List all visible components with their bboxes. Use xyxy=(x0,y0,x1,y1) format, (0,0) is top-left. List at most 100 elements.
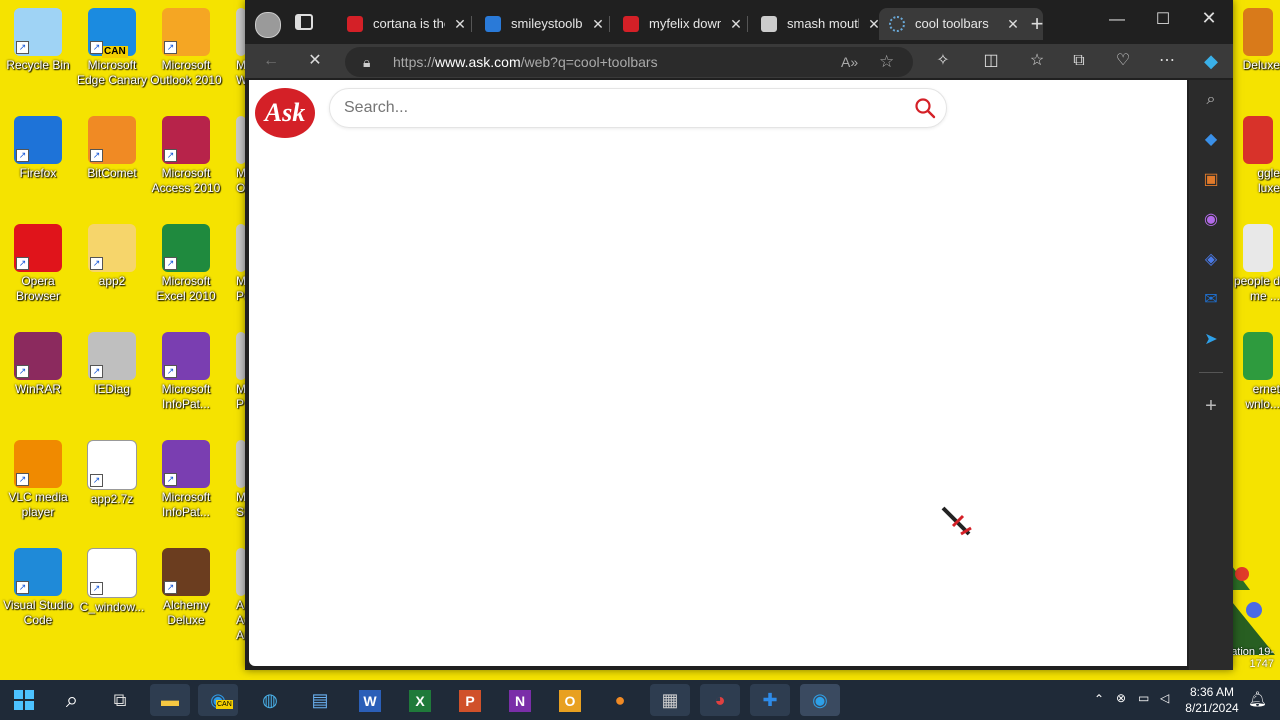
desktop-icon-label: ggle luxe xyxy=(1257,166,1280,195)
desktop-icon-partial[interactable]: A Ac Ar xyxy=(226,548,246,643)
outlook-icon: ↗ xyxy=(162,8,210,56)
desktop-icon[interactable]: ernet wnlo... xyxy=(1233,332,1280,412)
desktop-icon-partial[interactable]: M W xyxy=(226,8,246,88)
desktop-icon[interactable]: ↗ Microsoft Access 2010 xyxy=(148,116,224,196)
desktop-icon-partial[interactable]: M Sh xyxy=(226,440,246,520)
profile-avatar[interactable] xyxy=(255,12,281,38)
sidebar-search-icon[interactable]: ⌕ xyxy=(1197,86,1225,114)
favorites-icon[interactable]: ☆ xyxy=(1023,47,1051,75)
sidebar-telegram-icon[interactable]: ➤ xyxy=(1197,326,1225,354)
sidebar-shopping-icon[interactable]: ◆ xyxy=(1197,126,1225,154)
volume-icon[interactable]: ◁ xyxy=(1160,691,1169,705)
desktop-icon[interactable]: CAN ↗ Microsoft Edge Canary xyxy=(74,8,150,88)
edge-canary-taskbar-icon[interactable]: ◉ CAN xyxy=(198,684,238,716)
desktop-icon-label: Microsoft Access 2010 xyxy=(151,166,221,195)
new-tab-button[interactable]: + xyxy=(1023,10,1051,38)
desktop-icon[interactable]: ↗ app2.7z xyxy=(74,440,150,507)
shortcut-arrow-icon: ↗ xyxy=(164,581,177,594)
desktop-icon[interactable]: ↗ WinRAR xyxy=(0,332,76,397)
word-icon[interactable]: W xyxy=(350,684,390,716)
taskbar-search-icon[interactable]: ⌕ xyxy=(52,684,92,716)
file-explorer-icon[interactable]: ▬ xyxy=(150,684,190,716)
ask-logo[interactable]: Ask xyxy=(255,88,315,138)
pc-icon[interactable]: ▤ xyxy=(300,684,340,716)
loading-stop-icon[interactable]: ✕ xyxy=(301,47,329,75)
desktop-icon[interactable]: ↗ IEDiag xyxy=(74,332,150,397)
sidebar-games-icon[interactable]: ◉ xyxy=(1197,206,1225,234)
maximize-button[interactable]: ☐ xyxy=(1149,6,1177,34)
tab[interactable]: smash mouth ✕ xyxy=(751,8,881,40)
show-hidden-icons[interactable]: ⌃ xyxy=(1094,692,1104,706)
search-input[interactable] xyxy=(342,95,906,121)
desktop-icon[interactable]: ↗ Firefox xyxy=(0,116,76,181)
file-icon: ↗ xyxy=(87,548,137,598)
browser-essentials-icon[interactable]: ♡ xyxy=(1109,47,1137,75)
clock-date: 8/21/2024 xyxy=(1185,701,1239,715)
tray-app-icon[interactable]: ⊗ xyxy=(1116,691,1126,705)
url-bar[interactable]: 🔒︎ https://www.ask.com/web?q=cool+toolba… xyxy=(345,47,913,77)
back-button[interactable]: ← xyxy=(257,47,285,75)
desktop-icon[interactable]: ↗ BitComet xyxy=(74,116,150,181)
tab-close-icon[interactable]: ✕ xyxy=(591,8,605,40)
settings-more-icon[interactable]: ⋯ xyxy=(1153,47,1181,75)
search-box[interactable] xyxy=(329,88,947,128)
collections-icon[interactable]: ⧉ xyxy=(1065,47,1093,75)
start-button[interactable] xyxy=(4,684,44,716)
outlook-taskbar-icon[interactable]: O xyxy=(550,684,590,716)
bitcomet-taskbar-icon[interactable]: ● xyxy=(600,684,640,716)
desktop-icon[interactable]: ↗ Microsoft Outlook 2010 xyxy=(148,8,224,88)
desktop-icon-partial[interactable]: M O xyxy=(226,116,246,196)
desktop-icon[interactable]: ggle luxe xyxy=(1233,116,1280,196)
settings-taskbar-icon[interactable]: ▦ xyxy=(650,684,690,716)
tab-actions-icon[interactable] xyxy=(295,14,313,30)
network-icon[interactable]: ▭ xyxy=(1138,691,1149,705)
desktop-icon-partial[interactable]: M Po xyxy=(226,224,246,304)
canary-badge: CAN xyxy=(102,46,128,58)
app-taskbar-icon[interactable]: ◕ xyxy=(700,684,740,716)
desktop-icon[interactable]: ↗ C_window... xyxy=(74,548,150,615)
desktop-icon[interactable]: ↗ app2 xyxy=(74,224,150,289)
minimize-button[interactable]: — xyxy=(1103,6,1131,34)
desktop-icon[interactable]: ↗ Visual Studio Code xyxy=(0,548,76,628)
favorite-star-icon[interactable]: ☆ xyxy=(879,47,894,77)
taskbar: ⌕ ⧉ ▬ ◉ CAN ◍ ▤ W X P N O ● ▦ ◕ ✚ ◉ ⌃ ⊗ … xyxy=(0,680,1280,720)
sidebar-add-icon[interactable]: + xyxy=(1197,392,1225,420)
sidebar-copilot-icon[interactable]: ◈ xyxy=(1197,246,1225,274)
clock[interactable]: 8:36 AM 8/21/2024 xyxy=(1182,684,1242,716)
onenote-icon[interactable]: N xyxy=(500,684,540,716)
tab-close-icon[interactable]: ✕ xyxy=(1005,8,1021,40)
blue-app-taskbar-icon[interactable]: ✚ xyxy=(750,684,790,716)
desktop-icon[interactable]: people d me ... xyxy=(1233,224,1280,304)
desktop-icon[interactable]: ↗ Microsoft InfoPat... xyxy=(148,440,224,520)
desktop-icon[interactable]: ↗ Opera Browser xyxy=(0,224,76,304)
desktop-icon[interactable]: ↗ Microsoft InfoPat... xyxy=(148,332,224,412)
tab[interactable]: myfelix down ✕ xyxy=(613,8,743,40)
notification-bell-icon[interactable]: 🔔︎ xyxy=(1248,690,1267,708)
tab[interactable]: cortana is the ✕ xyxy=(337,8,467,40)
desktop-icon[interactable]: Deluxe xyxy=(1233,8,1280,73)
extensions-icon[interactable]: ✧ xyxy=(929,47,957,75)
split-screen-icon[interactable]: ◫ xyxy=(977,47,1005,75)
tab-active[interactable]: cool toolbars ✕ xyxy=(879,8,1043,40)
clock-time: 8:36 AM xyxy=(1189,685,1235,699)
sidebar-outlook-icon[interactable]: ✉ xyxy=(1197,286,1225,314)
tab-close-icon[interactable]: ✕ xyxy=(453,8,467,40)
desktop-icon[interactable]: ↗ VLC media player xyxy=(0,440,76,520)
file-icon: ↗ xyxy=(87,440,137,490)
read-aloud-icon[interactable]: A» xyxy=(841,47,858,77)
copilot-icon[interactable]: ◆ xyxy=(1197,47,1225,75)
search-icon[interactable] xyxy=(914,97,936,119)
tab-close-icon[interactable]: ✕ xyxy=(729,8,743,40)
close-window-button[interactable]: ✕ xyxy=(1195,4,1223,32)
desktop-icon-partial[interactable]: M P xyxy=(226,332,246,412)
task-view-icon[interactable]: ⧉ xyxy=(100,684,140,716)
edge-taskbar-icon[interactable]: ◉ xyxy=(800,684,840,716)
powerpoint-icon[interactable]: P xyxy=(450,684,490,716)
sidebar-tools-icon[interactable]: ▣ xyxy=(1197,166,1225,194)
tab[interactable]: smileystoolba ✕ xyxy=(475,8,605,40)
desktop-icon[interactable]: ↗ Recycle Bin xyxy=(0,8,76,73)
desktop-icon[interactable]: ↗ Alchemy Deluxe xyxy=(148,548,224,628)
excel-icon[interactable]: X xyxy=(400,684,440,716)
desktop-icon[interactable]: ↗ Microsoft Excel 2010 xyxy=(148,224,224,304)
network-globe-icon[interactable]: ◍ xyxy=(250,684,290,716)
